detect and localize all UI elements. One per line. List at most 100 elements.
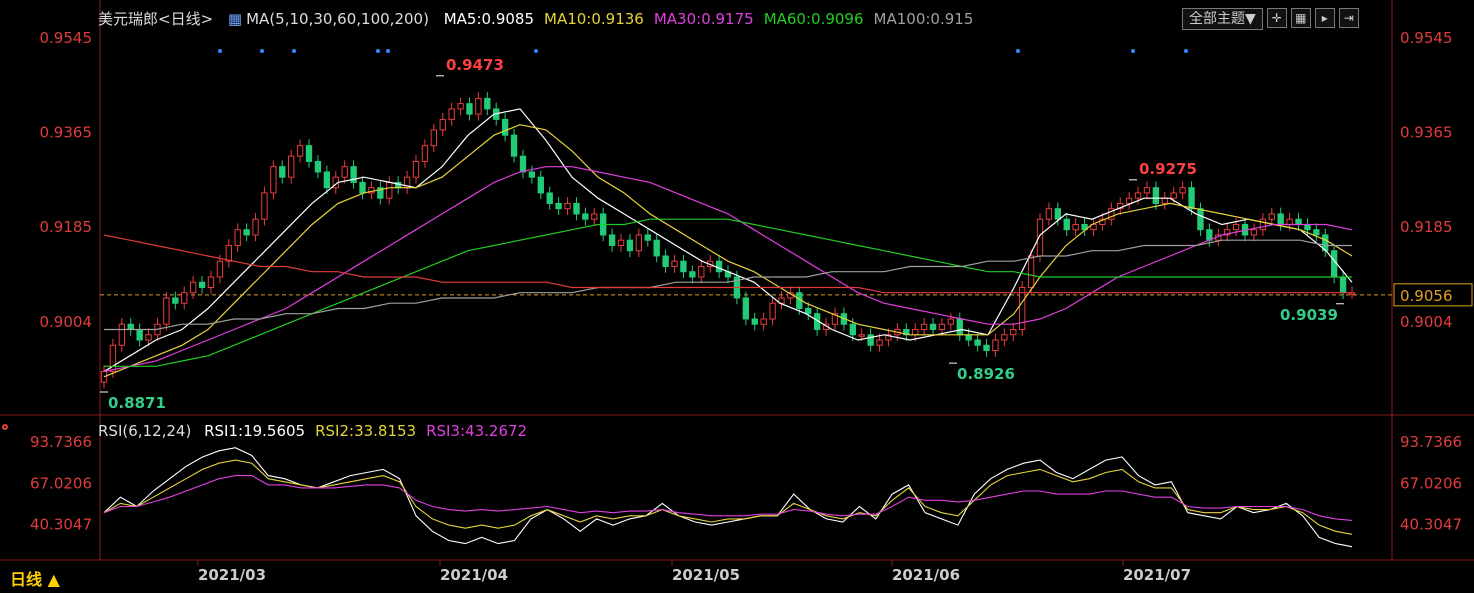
theme-select-button[interactable]: 全部主题▼	[1182, 8, 1263, 30]
candle-body	[1268, 213, 1275, 220]
candle-body	[1295, 218, 1302, 225]
candle-body	[1277, 213, 1284, 225]
rsi-line-rsi3	[103, 475, 1353, 521]
candle-body	[983, 344, 990, 352]
candle-body	[573, 202, 580, 215]
rsi-value-1: RSI2:33.8153	[315, 422, 417, 440]
candle-body	[475, 97, 482, 115]
candle-body	[1125, 197, 1133, 204]
candle-body	[760, 318, 767, 325]
candle-body	[296, 145, 304, 157]
candle-body	[118, 323, 126, 346]
rsi-tick-right: 67.0206	[1400, 474, 1462, 492]
candle-body	[1134, 192, 1142, 199]
candle-body	[742, 297, 750, 320]
rsi-label: RSI(6,12,24)	[98, 422, 192, 440]
candle-body	[858, 334, 865, 337]
candle-body	[1001, 334, 1008, 341]
y-tick-left: 0.9545	[40, 29, 93, 47]
event-dot	[534, 49, 538, 53]
candle-body	[1330, 250, 1338, 278]
ma-value-4: MA100:0.915	[873, 10, 974, 28]
ma-line-ma5	[103, 108, 1353, 373]
candle-body	[662, 255, 669, 267]
event-dot	[376, 49, 380, 53]
period-button[interactable]: 日线 ▲	[10, 566, 60, 590]
candle-body	[386, 181, 393, 199]
toolbar: 全部主题▼ ✛ ▦ ▸ ⇥	[1182, 8, 1359, 30]
ma-values: MA5:0.9085 MA10:0.9136 MA30:0.9175 MA60:0.9…	[444, 10, 984, 28]
candle-body	[1063, 218, 1070, 231]
candle-body	[1197, 208, 1204, 231]
candle-body	[252, 218, 259, 236]
candle-body	[617, 239, 625, 246]
x-tick-label: 2021/06	[892, 566, 960, 584]
candle-body	[1010, 328, 1017, 336]
candle-body	[555, 202, 562, 210]
indicator-settings-icon[interactable]	[2, 424, 8, 430]
rsi-tick-left: 67.0206	[30, 474, 92, 492]
candle-body	[992, 339, 999, 352]
candle-body	[671, 260, 678, 267]
play-icon[interactable]: ▸	[1314, 8, 1335, 28]
candle-body	[956, 318, 963, 336]
candle-body	[1313, 229, 1320, 236]
candle-body	[163, 297, 170, 325]
ma-value-1: MA10:0.9136	[544, 10, 644, 28]
candle-body	[912, 328, 919, 336]
candle-body	[198, 281, 206, 288]
candle-body	[635, 234, 643, 252]
rsi-value-2: RSI3:43.2672	[426, 422, 528, 440]
candle-body	[751, 318, 758, 325]
candle-body	[207, 276, 215, 288]
candle-body	[1072, 223, 1079, 231]
main-header: 美元瑞郎<日线> ▦ MA(5,10,30,60,100,200) MA5:0.9…	[98, 8, 983, 29]
candle-body	[591, 213, 598, 220]
candle-body	[1250, 229, 1258, 236]
crosshair-icon[interactable]: ✛	[1266, 8, 1287, 28]
candle-body	[305, 145, 313, 162]
y-tick-left: 0.9004	[40, 313, 93, 331]
candle-body	[466, 103, 473, 115]
candle-body	[359, 181, 366, 194]
ma-label: MA(5,10,30,60,100,200)	[246, 10, 429, 28]
candle-body	[867, 334, 874, 346]
event-dot	[1016, 49, 1020, 53]
candle-body	[216, 260, 224, 278]
candle-body	[876, 339, 883, 346]
rsi-tick-right: 40.3047	[1400, 516, 1462, 534]
candle-body	[920, 323, 928, 330]
grid-icon[interactable]: ▦	[1290, 8, 1311, 28]
candle-body	[510, 134, 518, 157]
high-label: 0.9473	[446, 56, 504, 74]
y-tick-right: 0.9365	[1400, 124, 1453, 142]
instrument-title[interactable]: 美元瑞郎<日线>	[98, 10, 213, 28]
candle-body	[546, 192, 553, 204]
chart-canvas[interactable]: 0.9545 0.9545 0.9365 0.9365 0.9185 0.9185 0.90…	[0, 0, 1474, 593]
candle-body	[172, 297, 179, 304]
ma-value-3: MA60:0.9096	[763, 10, 864, 28]
candle-body	[1179, 187, 1186, 194]
candle-body	[1161, 197, 1168, 204]
candle-body	[430, 129, 438, 147]
candle-body	[1286, 218, 1293, 225]
candle-body	[582, 213, 589, 220]
event-dot	[386, 49, 390, 53]
rsi-tick-left: 40.3047	[30, 516, 92, 534]
candle-body	[501, 118, 509, 136]
candle-body	[929, 323, 937, 330]
candle-body	[805, 307, 812, 315]
event-dot	[1131, 49, 1135, 53]
candle-body	[243, 229, 250, 236]
y-tick-right: 0.9545	[1400, 29, 1453, 47]
current-price-text: 0.9056	[1400, 287, 1453, 305]
candle-body	[1027, 255, 1035, 288]
next-icon[interactable]: ⇥	[1338, 8, 1359, 28]
candle-body	[769, 302, 776, 320]
rsi-tick-left: 93.7366	[30, 433, 92, 451]
candle-body	[314, 160, 322, 173]
candle-body	[323, 171, 331, 189]
candle-body	[484, 97, 491, 110]
candle-body	[564, 202, 571, 210]
candle-body	[341, 166, 348, 178]
